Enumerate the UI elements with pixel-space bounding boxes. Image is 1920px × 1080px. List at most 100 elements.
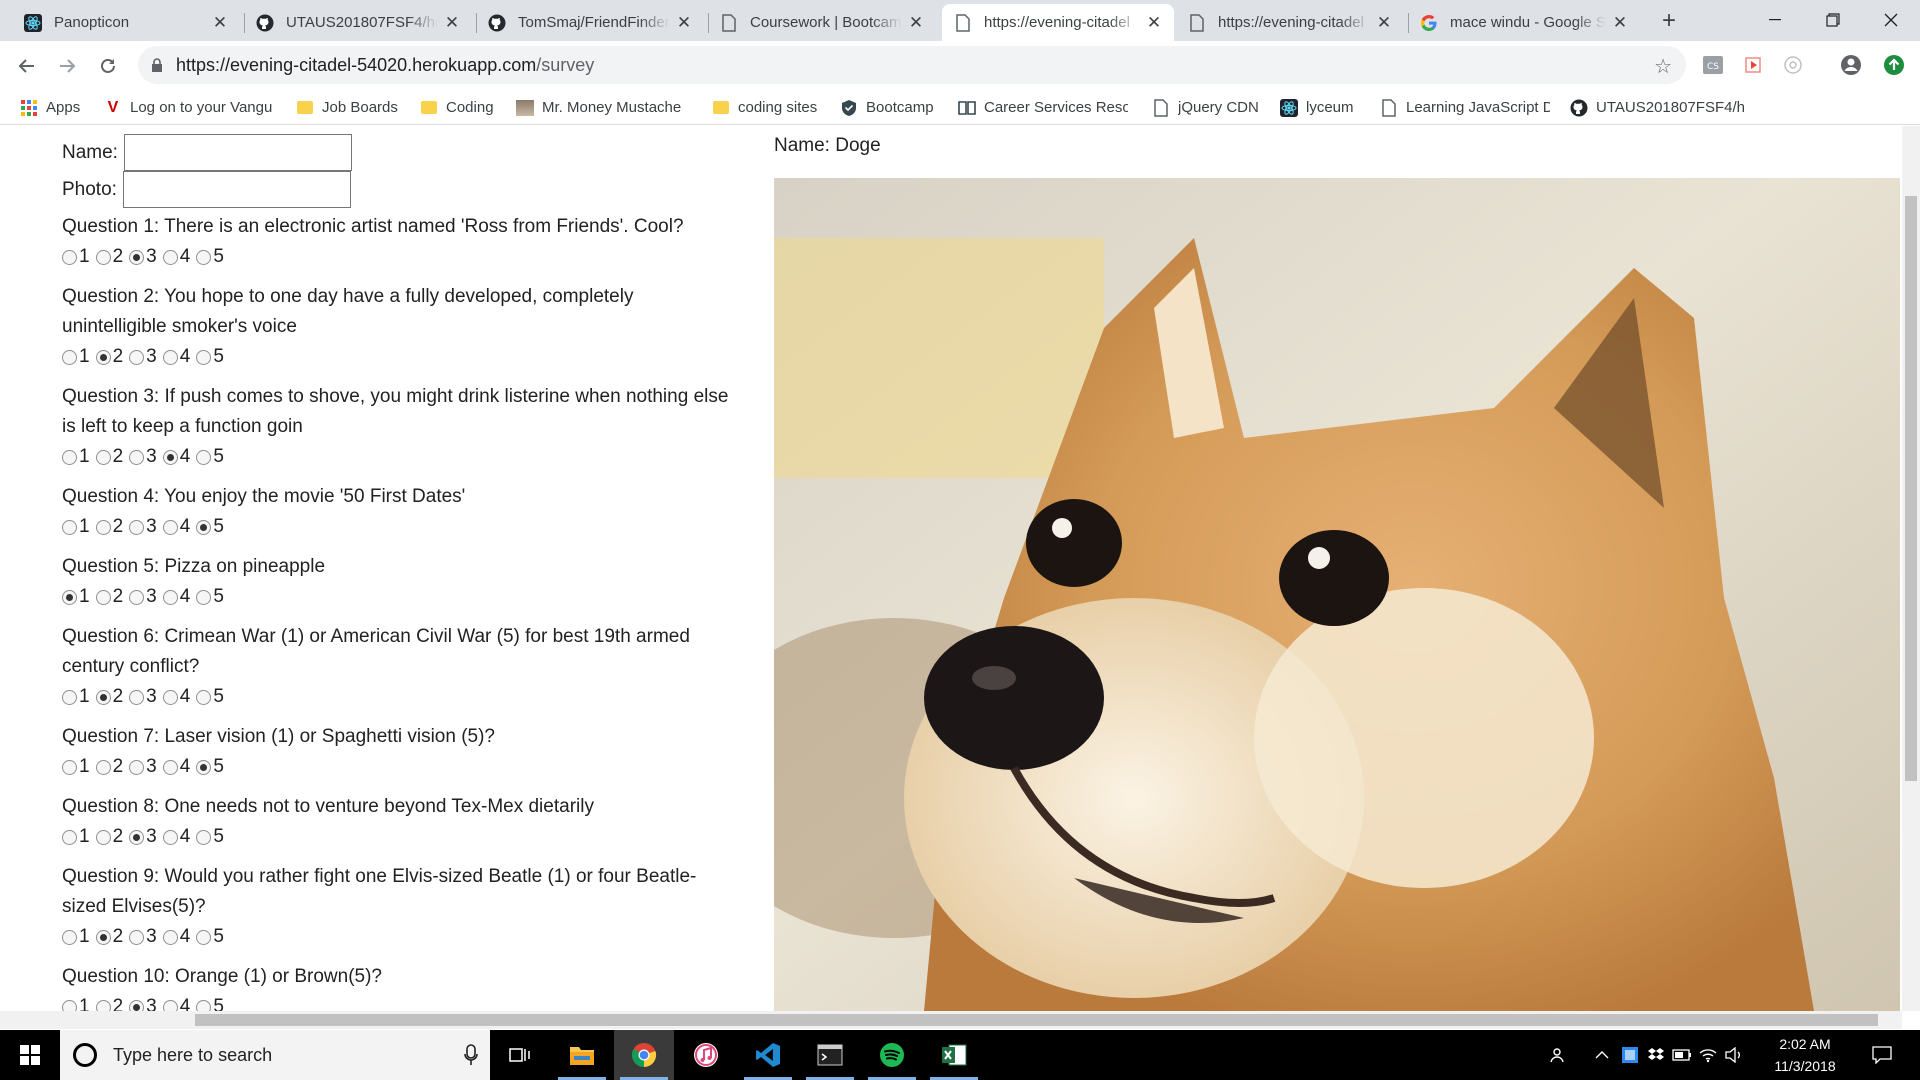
close-tab-icon[interactable]: ✕ [212,13,228,33]
bookmark-coding[interactable]: Coding [420,90,494,125]
rating-radio[interactable] [62,689,77,705]
show-hidden-icons-chevron-icon[interactable] [1590,1030,1614,1080]
extension-circle-icon[interactable] [1782,54,1804,76]
rating-radio[interactable] [62,589,77,605]
rating-radio[interactable] [62,449,77,465]
tab-evening-citadel[interactable]: https://evening-citadel ✕ [1176,4,1404,41]
horizontal-scroll-thumb[interactable] [195,1014,1878,1026]
rating-radio[interactable] [162,349,178,365]
rating-radio[interactable] [62,829,77,845]
rating-radio[interactable] [95,249,111,265]
rating-radio[interactable] [95,759,111,775]
rating-radio[interactable] [196,999,212,1011]
rating-radio[interactable] [196,829,212,845]
rating-radio[interactable] [129,249,145,265]
rating-radio[interactable] [95,929,111,945]
tab-google-search[interactable]: mace windu - Google S ✕ [1408,4,1640,41]
bookmark-coding-sites[interactable]: coding sites [712,90,817,125]
new-tab-button[interactable]: + [1654,7,1684,37]
rating-radio[interactable] [95,589,111,605]
update-chrome-icon[interactable] [1883,54,1905,76]
rating-radio[interactable] [129,589,145,605]
vertical-scroll-thumb[interactable] [1905,196,1917,781]
rating-radio[interactable] [129,929,145,945]
taskbar-search[interactable]: Type here to search [60,1030,490,1080]
bookmark-mr-money-mustache[interactable]: Mr. Money Mustache [516,90,686,125]
rating-radio[interactable] [129,519,145,535]
start-button[interactable] [0,1030,60,1080]
rating-radio[interactable] [196,449,212,465]
minimize-button[interactable] [1744,0,1806,40]
bookmark-utaus-github[interactable]: UTAUS201807FSF4/h [1570,90,1744,125]
close-tab-icon[interactable]: ✕ [444,13,460,33]
rating-radio[interactable] [95,829,111,845]
bookmark-career-services[interactable]: Career Services Reso [958,90,1128,125]
rating-radio[interactable] [62,999,77,1011]
rating-radio[interactable] [196,249,212,265]
tab-utaus-github[interactable]: UTAUS201807FSF4/ho ✕ [244,4,472,41]
bookmark-vanguard[interactable]: V Log on to your Vangu [104,90,272,125]
system-clock[interactable]: 2:02 AM 11/3/2018 [1760,1030,1850,1080]
rating-radio[interactable] [95,689,111,705]
close-window-button[interactable] [1860,0,1920,40]
rating-radio[interactable] [196,759,212,775]
bookmark-bootcamp[interactable]: Bootcamp [840,90,934,125]
tray-app-icon[interactable] [1618,1030,1642,1080]
volume-icon[interactable] [1722,1030,1746,1080]
excel-icon[interactable] [924,1030,984,1080]
rating-radio[interactable] [129,449,145,465]
vertical-scrollbar[interactable] [1902,126,1920,1011]
rating-radio[interactable] [62,929,77,945]
rating-radio[interactable] [95,349,111,365]
rating-radio[interactable] [196,349,212,365]
bookmark-star-icon[interactable]: ☆ [1654,54,1672,79]
wifi-icon[interactable] [1696,1030,1720,1080]
bookmark-learning-javascript[interactable]: Learning JavaScript D [1380,90,1550,125]
rating-radio[interactable] [95,519,111,535]
terminal-icon[interactable] [800,1030,860,1080]
spotify-icon[interactable] [862,1030,922,1080]
rating-radio[interactable] [162,589,178,605]
extension-cs-icon[interactable]: CS [1702,54,1724,76]
rating-radio[interactable] [62,759,77,775]
tab-coursework[interactable]: Coursework | Bootcamp ✕ [708,4,936,41]
action-center-icon[interactable] [1862,1030,1902,1080]
rating-radio[interactable] [162,999,178,1011]
close-tab-icon[interactable]: ✕ [676,13,692,33]
battery-icon[interactable] [1670,1030,1694,1080]
microphone-icon[interactable] [464,1044,478,1071]
rating-radio[interactable] [129,829,145,845]
rating-radio[interactable] [129,689,145,705]
profile-avatar-icon[interactable] [1840,54,1862,76]
tab-friendfinder-github[interactable]: TomSmaj/FriendFinder ✕ [476,4,704,41]
people-icon[interactable] [1544,1030,1574,1080]
rating-radio[interactable] [129,999,145,1011]
rating-radio[interactable] [162,829,178,845]
rating-radio[interactable] [162,249,178,265]
task-view-icon[interactable] [490,1030,550,1080]
photo-input[interactable] [122,171,351,208]
dropbox-icon[interactable] [1644,1030,1668,1080]
close-tab-icon[interactable]: ✕ [1146,13,1162,33]
forward-button[interactable] [50,49,84,83]
rating-radio[interactable] [196,589,212,605]
back-button[interactable] [10,49,44,83]
rating-radio[interactable] [162,689,178,705]
rating-radio[interactable] [95,449,111,465]
tab-panopticon[interactable]: Panopticon ✕ [12,4,240,41]
tab-survey-active[interactable]: https://evening-citadel ✕ [942,4,1174,41]
bookmark-lyceum[interactable]: lyceum [1280,90,1354,125]
rating-radio[interactable] [196,519,212,535]
horizontal-scrollbar[interactable] [0,1011,1902,1029]
rating-radio[interactable] [162,519,178,535]
bookmark-apps[interactable]: Apps [20,90,80,125]
extension-cast-icon[interactable] [1742,54,1764,76]
address-bar[interactable]: https://evening-citadel-54020.herokuapp.… [138,46,1686,84]
rating-radio[interactable] [62,249,77,265]
rating-radio[interactable] [196,689,212,705]
rating-radio[interactable] [95,999,111,1011]
rating-radio[interactable] [162,449,178,465]
itunes-icon[interactable] [676,1030,736,1080]
bookmark-jquery-cdn[interactable]: jQuery CDN [1152,90,1259,125]
close-tab-icon[interactable]: ✕ [1612,13,1628,33]
